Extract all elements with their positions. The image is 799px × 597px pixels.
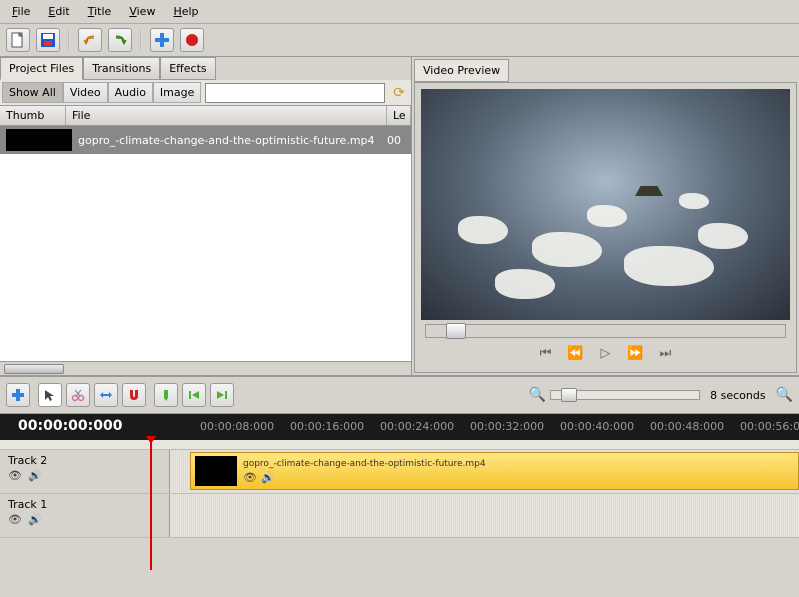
timeline-toolbar: 🔍 8 seconds 🔍 bbox=[0, 375, 799, 414]
visibility-icon[interactable]: 👁 bbox=[243, 471, 257, 484]
snap-tool[interactable] bbox=[122, 383, 146, 407]
menu-view[interactable]: View bbox=[121, 2, 163, 21]
toolbar-separator bbox=[68, 30, 70, 50]
timecode: 00:00:00:000 bbox=[18, 418, 122, 434]
file-thumbnail bbox=[6, 129, 72, 151]
pointer-tool[interactable] bbox=[38, 383, 62, 407]
tab-effects[interactable]: Effects bbox=[160, 57, 215, 80]
menu-title[interactable]: Title bbox=[80, 2, 120, 21]
audio-icon[interactable]: 🔊 bbox=[28, 513, 42, 526]
preview-panel: Video Preview ⏮ ⏪ ▷ bbox=[412, 57, 799, 375]
playhead[interactable] bbox=[150, 440, 152, 570]
save-button[interactable] bbox=[36, 28, 60, 52]
col-file[interactable]: File bbox=[66, 106, 387, 125]
filter-video[interactable]: Video bbox=[63, 82, 108, 103]
forward-button[interactable]: ⏩ bbox=[625, 344, 647, 362]
col-thumb[interactable]: Thumb bbox=[0, 106, 66, 125]
menu-help[interactable]: Help bbox=[165, 2, 206, 21]
menu-edit[interactable]: Edit bbox=[40, 2, 77, 21]
filter-show-all[interactable]: Show All bbox=[2, 82, 63, 103]
clip-thumbnail bbox=[195, 456, 237, 486]
file-length: 00 bbox=[387, 134, 411, 147]
marker-add-button[interactable] bbox=[154, 383, 178, 407]
rewind-button[interactable]: ⏪ bbox=[565, 344, 587, 362]
visibility-icon[interactable]: 👁 bbox=[8, 469, 22, 482]
toolbar-separator bbox=[140, 30, 142, 50]
menu-bar: FFileile Edit Title View Help bbox=[0, 0, 799, 24]
add-button[interactable] bbox=[150, 28, 174, 52]
marker-next-button[interactable] bbox=[210, 383, 234, 407]
clip-title: gopro_-climate-change-and-the-optimistic… bbox=[243, 459, 486, 469]
h-scrollbar[interactable] bbox=[0, 361, 411, 375]
redo-button[interactable] bbox=[108, 28, 132, 52]
new-file-button[interactable] bbox=[6, 28, 30, 52]
file-list-header: Thumb File Le bbox=[0, 106, 411, 126]
search-input[interactable] bbox=[205, 83, 385, 103]
refresh-icon[interactable]: ⟳ bbox=[389, 85, 409, 101]
tab-project-files[interactable]: Project Files bbox=[0, 57, 83, 80]
marker-prev-button[interactable] bbox=[182, 383, 206, 407]
record-button[interactable] bbox=[180, 28, 204, 52]
undo-button[interactable] bbox=[78, 28, 102, 52]
playback-slider[interactable] bbox=[425, 324, 786, 338]
audio-icon[interactable]: 🔊 bbox=[28, 469, 42, 482]
main-toolbar bbox=[0, 24, 799, 57]
filter-image[interactable]: Image bbox=[153, 82, 201, 103]
zoom-in-icon[interactable]: 🔍 bbox=[776, 387, 793, 403]
track-header[interactable]: Track 1 👁🔊 bbox=[0, 494, 170, 537]
video-preview[interactable] bbox=[421, 89, 790, 320]
zoom-label: 8 seconds bbox=[704, 389, 771, 402]
zoom-out-icon[interactable]: 🔍 bbox=[529, 387, 546, 403]
track-1[interactable]: Track 1 👁🔊 bbox=[0, 494, 799, 538]
audio-icon[interactable]: 🔊 bbox=[261, 471, 275, 484]
file-name: gopro_-climate-change-and-the-optimistic… bbox=[78, 134, 387, 147]
file-list[interactable]: gopro_-climate-change-and-the-optimistic… bbox=[0, 126, 411, 361]
cut-tool[interactable] bbox=[66, 383, 90, 407]
filter-audio[interactable]: Audio bbox=[108, 82, 153, 103]
video-clip[interactable]: gopro_-climate-change-and-the-optimistic… bbox=[190, 452, 799, 490]
resize-tool[interactable] bbox=[94, 383, 118, 407]
zoom-slider[interactable] bbox=[550, 390, 700, 400]
skip-end-button[interactable]: ⏭ bbox=[655, 344, 677, 362]
timeline-tracks: Track 2 👁🔊 gopro_-climate-change-and-the… bbox=[0, 440, 799, 538]
skip-start-button[interactable]: ⏮ bbox=[535, 344, 557, 362]
menu-file[interactable]: FFileile bbox=[4, 2, 38, 21]
tab-video-preview[interactable]: Video Preview bbox=[414, 59, 509, 82]
play-button[interactable]: ▷ bbox=[595, 344, 617, 362]
track-2[interactable]: Track 2 👁🔊 gopro_-climate-change-and-the… bbox=[0, 450, 799, 494]
timeline-ruler[interactable]: 00:00:00:000 00:00:08:000 00:00:16:000 0… bbox=[0, 414, 799, 440]
project-panel: Project Files Transitions Effects Show A… bbox=[0, 57, 412, 375]
add-track-button[interactable] bbox=[6, 383, 30, 407]
track-header[interactable]: Track 2 👁🔊 bbox=[0, 450, 170, 493]
col-length[interactable]: Le bbox=[387, 106, 411, 125]
file-row[interactable]: gopro_-climate-change-and-the-optimistic… bbox=[0, 126, 411, 154]
ship-icon bbox=[635, 186, 663, 196]
tab-transitions[interactable]: Transitions bbox=[83, 57, 160, 80]
visibility-icon[interactable]: 👁 bbox=[8, 513, 22, 526]
